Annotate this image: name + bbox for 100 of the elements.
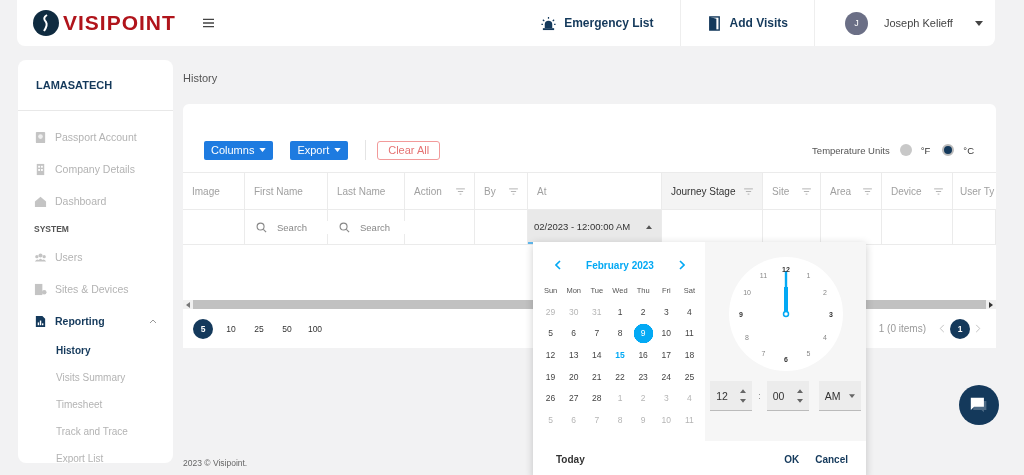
page-number[interactable]: 1 bbox=[950, 318, 970, 339]
page-size-option[interactable]: 100 bbox=[305, 318, 325, 339]
unit-label[interactable]: °F bbox=[920, 144, 931, 156]
calendar-day[interactable]: 13 bbox=[562, 344, 586, 366]
radio-button[interactable] bbox=[899, 144, 912, 156]
caret-icon bbox=[848, 393, 855, 398]
footer-text: 2023 © Visipoint. bbox=[183, 458, 248, 470]
logo-mark-icon bbox=[33, 10, 59, 36]
calendar-day[interactable]: 6 bbox=[562, 322, 586, 345]
calendar-day[interactable]: 7 bbox=[585, 322, 609, 345]
calendar-day[interactable]: 16 bbox=[631, 344, 655, 366]
hour-spinner[interactable]: 12 bbox=[710, 381, 753, 411]
column-header[interactable]: Journey Stage bbox=[662, 173, 763, 209]
previous-page-icon[interactable] bbox=[939, 324, 945, 333]
menu-button[interactable] bbox=[201, 16, 216, 30]
building-icon bbox=[34, 162, 47, 176]
chat-icon bbox=[969, 396, 989, 414]
calendar-day[interactable]: 21 bbox=[585, 365, 609, 388]
up-down-arrows-icon bbox=[796, 388, 803, 403]
building-pin-icon bbox=[34, 282, 47, 296]
calendar-day[interactable]: 23 bbox=[631, 365, 655, 388]
calendar-day[interactable]: 14 bbox=[585, 344, 609, 366]
header-link[interactable]: Emergency List bbox=[515, 15, 680, 31]
calendar-day[interactable]: 1 bbox=[608, 301, 632, 323]
calendar-day[interactable]: 28 bbox=[585, 387, 609, 409]
calendar-day[interactable]: 22 bbox=[608, 365, 632, 388]
calendar-day[interactable]: 26 bbox=[539, 387, 563, 409]
previous-month-icon[interactable] bbox=[555, 260, 561, 270]
calendar-day[interactable]: 18 bbox=[677, 344, 701, 366]
calendar-day[interactable]: 27 bbox=[562, 387, 586, 409]
dropdown-button[interactable]: Columns bbox=[204, 140, 274, 160]
picker-action-button[interactable]: Today bbox=[548, 450, 593, 469]
caret-icon bbox=[259, 148, 267, 152]
filter-icon[interactable] bbox=[934, 187, 943, 195]
chat-button[interactable] bbox=[959, 385, 999, 425]
breadcrumb: History bbox=[183, 71, 219, 86]
caret-icon[interactable] bbox=[974, 20, 983, 26]
page-size-option[interactable]: 10 bbox=[221, 318, 241, 339]
calendar-day[interactable]: 20 bbox=[562, 365, 586, 388]
caret-icon bbox=[646, 225, 652, 229]
column-label: User Ty bbox=[960, 185, 995, 197]
next-month-icon[interactable] bbox=[679, 260, 685, 270]
calendar-day[interactable]: 5 bbox=[539, 322, 563, 345]
sidebar-item[interactable]: Reporting bbox=[34, 305, 173, 337]
avatar[interactable]: J bbox=[845, 11, 868, 35]
column-label: Journey Stage bbox=[671, 185, 736, 197]
calendar-day[interactable]: 17 bbox=[654, 344, 678, 366]
picker-action-button[interactable]: Cancel bbox=[807, 450, 856, 469]
scroll-left-icon[interactable] bbox=[186, 301, 190, 308]
page-size-option[interactable]: 5 bbox=[193, 318, 213, 339]
page-size-option[interactable]: 25 bbox=[249, 318, 269, 339]
door-icon bbox=[706, 15, 722, 31]
column-label: At bbox=[537, 185, 547, 197]
filter-icon[interactable] bbox=[509, 187, 518, 195]
column-label: Action bbox=[414, 185, 442, 197]
search-icon bbox=[339, 221, 350, 233]
user-name[interactable]: Joseph Kelieff bbox=[884, 17, 953, 29]
calendar-day[interactable]: 19 bbox=[539, 365, 563, 388]
scroll-right-icon[interactable] bbox=[989, 301, 993, 308]
chevron-icon[interactable] bbox=[149, 318, 157, 324]
calendar-day[interactable]: 8 bbox=[608, 322, 632, 345]
column-label: Site bbox=[772, 185, 790, 197]
calendar-day[interactable]: 24 bbox=[654, 365, 678, 388]
radio-button[interactable] bbox=[942, 144, 955, 156]
column-label: Image bbox=[192, 185, 220, 197]
sidebar-subitem[interactable]: History bbox=[34, 337, 173, 364]
temperature-label: Temperature Units bbox=[812, 144, 890, 156]
header-link[interactable]: Add Visits bbox=[680, 15, 814, 31]
calendar-day[interactable]: 25 bbox=[677, 365, 701, 388]
organization-name: LAMASATECH bbox=[18, 60, 173, 111]
picker-action-button[interactable]: OK bbox=[776, 450, 808, 469]
column-label: Last Name bbox=[337, 185, 386, 197]
pager-summary: 1 (0 items) bbox=[878, 323, 926, 334]
calendar-day[interactable]: 3 bbox=[654, 301, 678, 323]
unit-label[interactable]: °C bbox=[963, 144, 974, 156]
calendar-day[interactable]: 4 bbox=[677, 301, 701, 323]
up-down-arrows-icon bbox=[740, 388, 747, 403]
menu-icon bbox=[203, 18, 215, 28]
time-separator: : bbox=[758, 391, 761, 401]
column-label: By bbox=[484, 185, 496, 197]
page-size-option[interactable]: 50 bbox=[277, 318, 297, 339]
calendar-day[interactable]: 10 bbox=[654, 322, 678, 345]
calendar-day[interactable]: 12 bbox=[539, 344, 563, 366]
caret-icon bbox=[334, 148, 342, 152]
minute-spinner[interactable]: 00 bbox=[766, 381, 809, 411]
calendar-day[interactable]: 11 bbox=[677, 322, 701, 345]
filter-icon[interactable] bbox=[744, 187, 753, 195]
next-page-icon[interactable] bbox=[975, 324, 981, 333]
calendar-day[interactable]: 2 bbox=[631, 301, 655, 323]
dropdown-button[interactable]: Export bbox=[290, 140, 349, 160]
passport-icon bbox=[34, 130, 47, 144]
filter-icon[interactable] bbox=[456, 187, 465, 195]
section-heading: SYSTEM bbox=[34, 223, 70, 236]
period-select[interactable]: AM bbox=[818, 381, 861, 411]
users-icon bbox=[34, 250, 47, 264]
date-time-field[interactable]: 02/2023 - 12:00:00 AM bbox=[528, 210, 661, 244]
filter-icon[interactable] bbox=[863, 187, 872, 195]
column-label: First Name bbox=[254, 185, 303, 197]
filter-icon[interactable] bbox=[802, 187, 811, 195]
report-icon bbox=[34, 314, 47, 328]
